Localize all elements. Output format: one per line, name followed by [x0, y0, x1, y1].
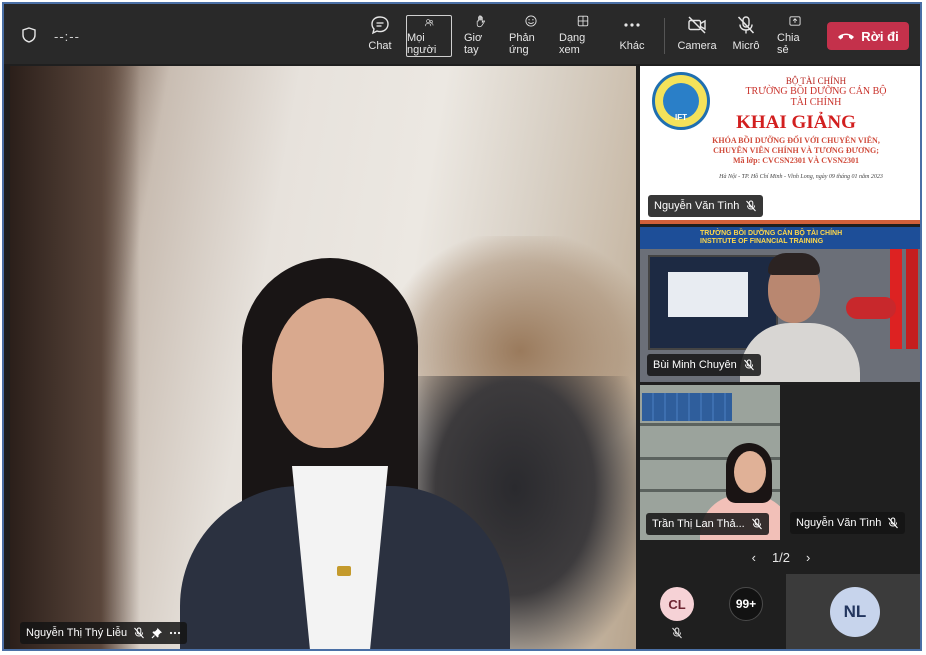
mic-off-icon: [743, 359, 754, 371]
chevron-left-icon[interactable]: ‹: [752, 550, 756, 565]
participant-video-face: [734, 451, 766, 493]
chat-button[interactable]: Chat: [366, 14, 394, 56]
smiley-icon: [525, 15, 537, 27]
mic-off-icon: [737, 16, 755, 34]
room-banner: TRƯỜNG BỒI DƯỠNG CÁN BỘ TÀI CHÍNH INSTIT…: [640, 227, 920, 249]
meeting-toolbar: --:-- Chat Mọi người Giơ tay Phản ứng Dạ…: [4, 4, 920, 64]
hand-icon: [476, 15, 485, 28]
mic-label: Micrô: [732, 40, 760, 52]
participant-video-hair: [768, 253, 820, 275]
more-options-icon[interactable]: [169, 627, 181, 639]
flag: [906, 249, 918, 349]
participant-name-tag[interactable]: Nguyễn Văn Tình: [790, 512, 906, 534]
mic-off-icon: [751, 518, 762, 530]
meeting-window: --:-- Chat Mọi người Giơ tay Phản ứng Dạ…: [2, 2, 922, 651]
mic-off-icon: [888, 517, 899, 529]
flower-arrangement: [846, 297, 896, 319]
people-button[interactable]: Mọi người: [406, 15, 452, 57]
camera-off-icon: [688, 16, 706, 34]
toolbar-divider: [664, 18, 665, 54]
participant-name: Nguyễn Thị Thý Liễu: [26, 627, 128, 639]
meeting-timer: --:--: [54, 29, 80, 44]
participant-tile-slide[interactable]: IFT BỘ TÀI CHÍNH TRƯỜNG BỒI DƯỠNG CÁN BỘ…: [640, 66, 920, 224]
slide-class-code: Mã lớp: CVCSN2301 VÀ CVSN2301: [732, 156, 860, 165]
chevron-right-icon[interactable]: ›: [806, 550, 810, 565]
mic-button[interactable]: Micrô: [730, 14, 762, 56]
background-blur: [10, 66, 140, 649]
slide-headline: KHAI GIẢNG: [736, 112, 856, 133]
self-view-tile[interactable]: NL: [786, 574, 920, 649]
avatar[interactable]: CL: [660, 587, 694, 621]
avatar: NL: [830, 587, 880, 637]
leave-label: Rời đi: [861, 28, 899, 44]
participant-tile-video[interactable]: TRƯỜNG BỒI DƯỠNG CÁN BỘ TÀI CHÍNH INSTIT…: [640, 227, 920, 382]
participant-name: Trần Thị Lan Thả...: [652, 518, 745, 530]
ellipsis-icon: [624, 23, 640, 27]
camera-button[interactable]: Camera: [677, 14, 717, 56]
phone-hangup-icon: [838, 33, 855, 40]
slide-subtitle: KHÓA BỒI DƯỠNG ĐỐI VỚI CHUYÊN VIÊN,: [712, 136, 880, 145]
overflow-participants-button[interactable]: 99+: [729, 587, 763, 621]
camera-label: Camera: [677, 40, 717, 52]
view-button[interactable]: Dạng xem: [559, 14, 607, 56]
slide-school-2: TÀI CHÍNH: [790, 97, 842, 108]
lapel-pin: [337, 566, 351, 576]
participant-name: Bùi Minh Chuyên: [653, 359, 737, 371]
gallery-pager: ‹ 1/2 ›: [640, 544, 920, 570]
room-banner-line: INSTITUTE OF FINANCIAL TRAINING: [700, 238, 824, 245]
participant-name-tag: Trần Thị Lan Thả...: [646, 513, 769, 535]
more-button[interactable]: Khác: [619, 14, 645, 56]
reactions-button[interactable]: Phản ứng: [509, 14, 553, 56]
slide-school: TRƯỜNG BỒI DƯỠNG CÁN BỘ: [745, 86, 887, 97]
participant-name-tag: Nguyễn Văn Tình: [648, 195, 764, 217]
people-label: Mọi người: [407, 32, 437, 56]
participant-name: Nguyễn Văn Tình: [796, 517, 882, 529]
share-label: Chia sẻ: [777, 32, 800, 56]
raise-hand-button[interactable]: Giơ tay: [464, 14, 498, 56]
participant-tile-video[interactable]: Trần Thị Lan Thả...: [640, 385, 780, 540]
office-shelf: [640, 423, 780, 426]
people-icon: [425, 19, 434, 27]
participant-video-face: [272, 298, 384, 448]
participant-name-tag: Bùi Minh Chuyên: [647, 354, 761, 376]
share-button[interactable]: Chia sẻ: [777, 14, 813, 56]
page-indicator: 1/2: [771, 549, 791, 565]
leave-button[interactable]: Rời đi: [827, 22, 909, 50]
chat-icon: [371, 16, 389, 35]
share-icon: [789, 16, 801, 26]
mic-off-icon: [746, 200, 757, 212]
grid-icon: [577, 15, 589, 27]
chat-label: Chat: [368, 40, 392, 52]
raise-hand-label: Giơ tay: [464, 32, 483, 56]
slide-ministry: BỘ TÀI CHÍNH: [785, 76, 847, 86]
main-participant-name-tag: Nguyễn Thị Thý Liễu: [20, 622, 188, 644]
main-video-stage[interactable]: Nguyễn Thị Thý Liễu: [10, 66, 636, 649]
pin-icon[interactable]: [151, 627, 163, 639]
room-banner-line: TRƯỜNG BỒI DƯỠNG CÁN BỘ TÀI CHÍNH: [700, 230, 843, 237]
view-label: Dạng xem: [559, 32, 586, 56]
slide-footer: Hà Nội - TP. Hồ Chí Minh - Vĩnh Long, ng…: [719, 174, 883, 180]
shield-icon[interactable]: [22, 27, 36, 43]
mic-off-icon: [672, 627, 682, 639]
mic-off-icon: [134, 627, 145, 639]
slide-subtitle: CHUYÊN VIÊN CHÍNH VÀ TƯƠNG ĐƯƠNG;: [713, 146, 879, 155]
participant-name: Nguyễn Văn Tình: [654, 200, 740, 212]
more-label: Khác: [619, 40, 645, 52]
office-shelf-binders: [642, 393, 732, 421]
reactions-label: Phản ứng: [509, 32, 535, 56]
